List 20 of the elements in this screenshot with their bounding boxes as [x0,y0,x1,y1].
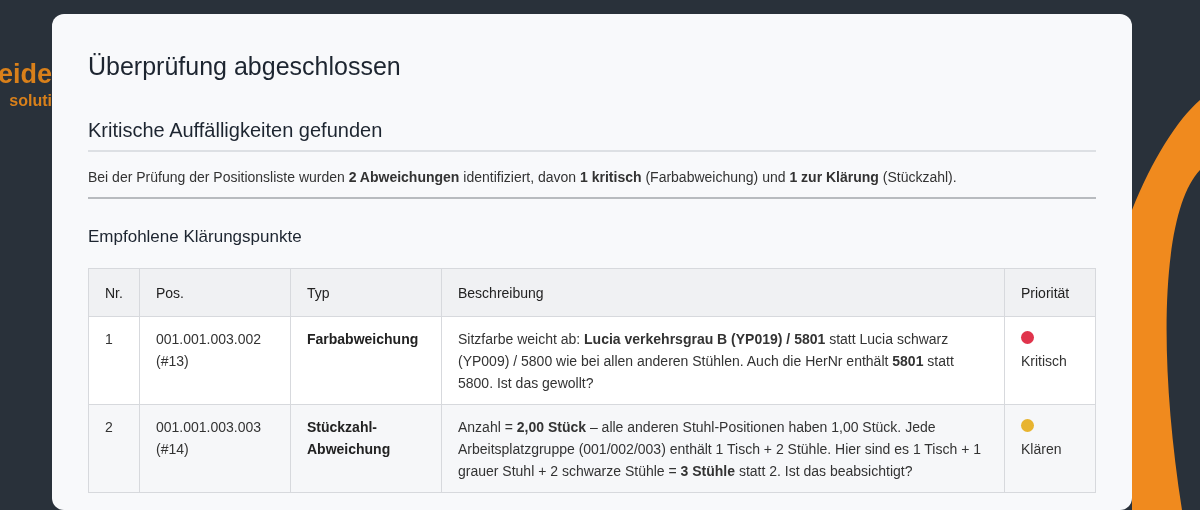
table-cell: Sitzfarbe weicht ab: Lucia verkehrsgrau B (YP019) / 5801 statt Lucia schwarz (YP009) / 5800 wie bei allen anderen Stühlen. Auch die HerNr enthält 5801 statt 5800. Ist das gewollt? [441,316,1005,405]
table-cell: Anzahl = 2,00 Stück – alle anderen Stuhl-Positionen haben 1,00 Stück. Jede Arbeitsplatzgruppe (001/002/003) enthält 1 Tisch + 2 Stühle. Hier sind es 1 Tisch + 1 grauer Stuhl + 2 schwarze Stühle = 3 Stühle statt 2. Ist das beabsichtigt? [441,404,1005,493]
column-header: Beschreibung [441,268,1005,317]
column-header: Typ [290,268,442,317]
column-header: Priorität [1004,268,1096,317]
table-cell: 2 [88,404,140,493]
table-heading: Empfohlene Klärungspunkte [88,227,303,247]
table-cell: 001.001.003.002 (#13) [139,316,291,405]
priority-label: Kritisch [1021,352,1068,371]
section-heading: Kritische Auffälligkeiten gefunden [88,119,1096,152]
priority-label: Klären [1021,440,1063,459]
table-cell: 1 [88,316,140,405]
column-header: Pos. [139,268,291,317]
table-cell: 001.001.003.003 (#14) [139,404,291,493]
table-cell: Farbabweichung [290,316,442,405]
column-header: Nr. [88,268,140,317]
summary-text: Bei der Prüfung der Positionsliste wurden 2 Abweichungen identifiziert, davon 1 kritisch (Farbabweichung) und 1 zur Klärung (Stückzahl). [88,169,1096,199]
logo-text: soluti [9,91,52,111]
dialog-title: Überprüfung abgeschlossen [88,52,402,81]
table-cell: Stückzahl-Abweichung [290,404,442,493]
